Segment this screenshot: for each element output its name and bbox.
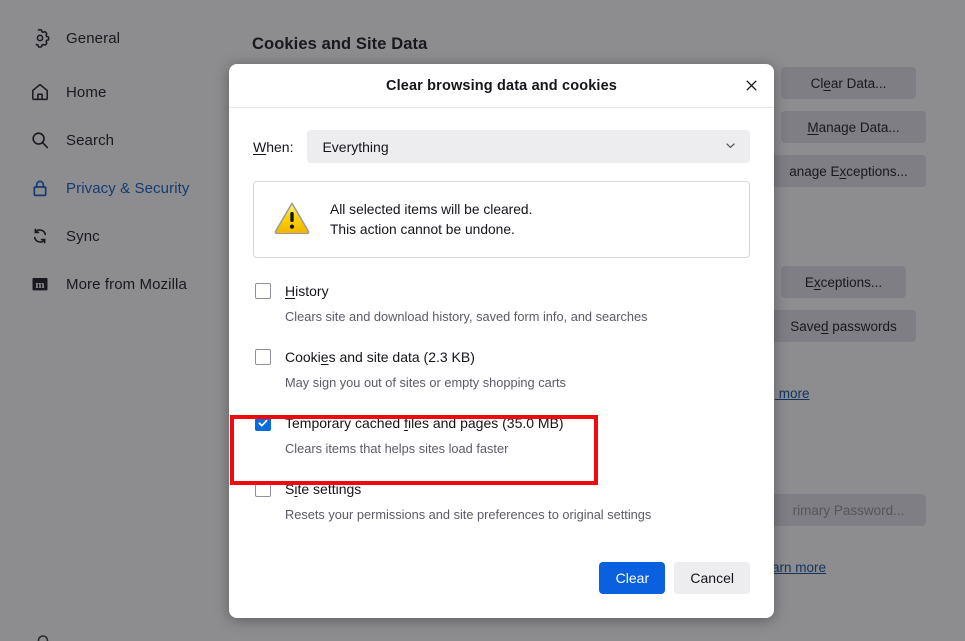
- warning-triangle-icon: [274, 201, 310, 239]
- option-cookies-and-site-data[interactable]: Cookies and site data (2.3 KB) May sign …: [253, 348, 750, 391]
- warning-text: All selected items will be cleared. This…: [330, 202, 532, 237]
- dialog-title: Clear browsing data and cookies: [386, 78, 617, 94]
- option-description: Clears items that helps sites load faste…: [285, 441, 750, 457]
- option-temporary-cached-files[interactable]: Temporary cached files and pages (35.0 M…: [253, 414, 750, 457]
- cookies-checkbox[interactable]: [255, 349, 271, 365]
- option-history[interactable]: History Clears site and download history…: [253, 282, 750, 325]
- option-site-settings[interactable]: Site settings Resets your permissions an…: [253, 480, 750, 523]
- dialog-titlebar: Clear browsing data and cookies: [229, 64, 774, 108]
- when-row: When: Everything: [253, 130, 750, 163]
- option-description: Resets your permissions and site prefere…: [285, 507, 750, 523]
- close-icon[interactable]: [736, 71, 766, 101]
- site-settings-checkbox[interactable]: [255, 481, 271, 497]
- clear-button[interactable]: Clear: [599, 562, 665, 594]
- dialog-footer: Clear Cancel: [229, 552, 774, 618]
- when-dropdown[interactable]: Everything: [307, 130, 750, 163]
- when-selected-value: Everything: [322, 139, 388, 155]
- clear-options-list: History Clears site and download history…: [253, 282, 750, 523]
- warning-line-2: This action cannot be undone.: [330, 222, 532, 237]
- option-label: Site settings: [285, 480, 750, 498]
- history-checkbox[interactable]: [255, 283, 271, 299]
- dialog-body: When: Everything: [229, 108, 774, 523]
- cancel-button[interactable]: Cancel: [674, 562, 750, 594]
- warning-line-1: All selected items will be cleared.: [330, 202, 532, 217]
- option-description: Clears site and download history, saved …: [285, 309, 750, 325]
- when-label: When:: [253, 139, 293, 155]
- clear-browsing-data-dialog: Clear browsing data and cookies When: Ev…: [229, 64, 774, 618]
- option-label: Temporary cached files and pages (35.0 M…: [285, 414, 750, 432]
- chevron-down-icon: [724, 139, 737, 155]
- option-label: Cookies and site data (2.3 KB): [285, 348, 750, 366]
- warning-box: All selected items will be cleared. This…: [253, 181, 750, 258]
- firefox-settings-window: General Home Search: [0, 0, 965, 641]
- option-label: History: [285, 282, 750, 300]
- cache-checkbox[interactable]: [255, 415, 271, 431]
- option-description: May sign you out of sites or empty shopp…: [285, 375, 750, 391]
